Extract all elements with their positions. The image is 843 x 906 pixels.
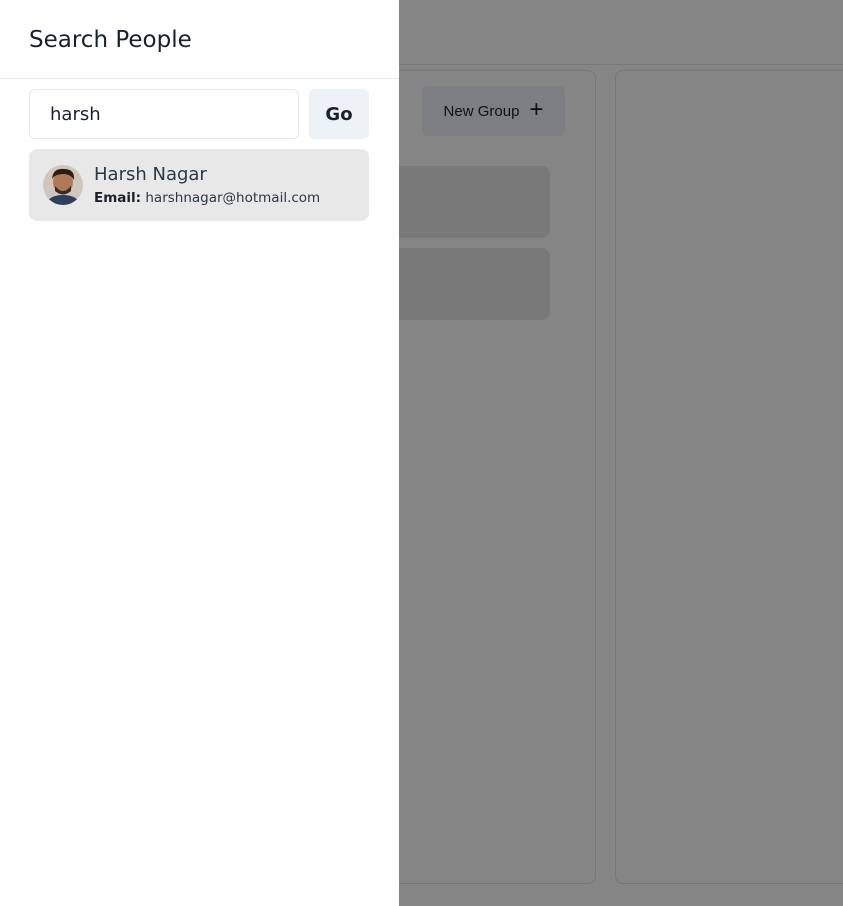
user-email-line: Email: harshnagar@hotmail.com — [94, 189, 320, 207]
user-result-text: Harsh Nagar Email: harshnagar@hotmail.co… — [94, 164, 320, 207]
go-button[interactable]: Go — [309, 89, 369, 139]
user-email: harshnagar@hotmail.com — [145, 189, 321, 206]
search-drawer: Search People Go Harsh Nagar Email: hars… — [0, 0, 399, 906]
search-row: Go — [29, 89, 369, 139]
drawer-header: Search People — [0, 0, 399, 79]
user-avatar — [43, 165, 83, 205]
drawer-title: Search People — [29, 27, 192, 53]
user-result-item[interactable]: Harsh Nagar Email: harshnagar@hotmail.co… — [29, 149, 369, 221]
email-label: Email: — [94, 189, 142, 206]
user-name: Harsh Nagar — [94, 163, 207, 185]
search-input[interactable] — [29, 89, 299, 139]
